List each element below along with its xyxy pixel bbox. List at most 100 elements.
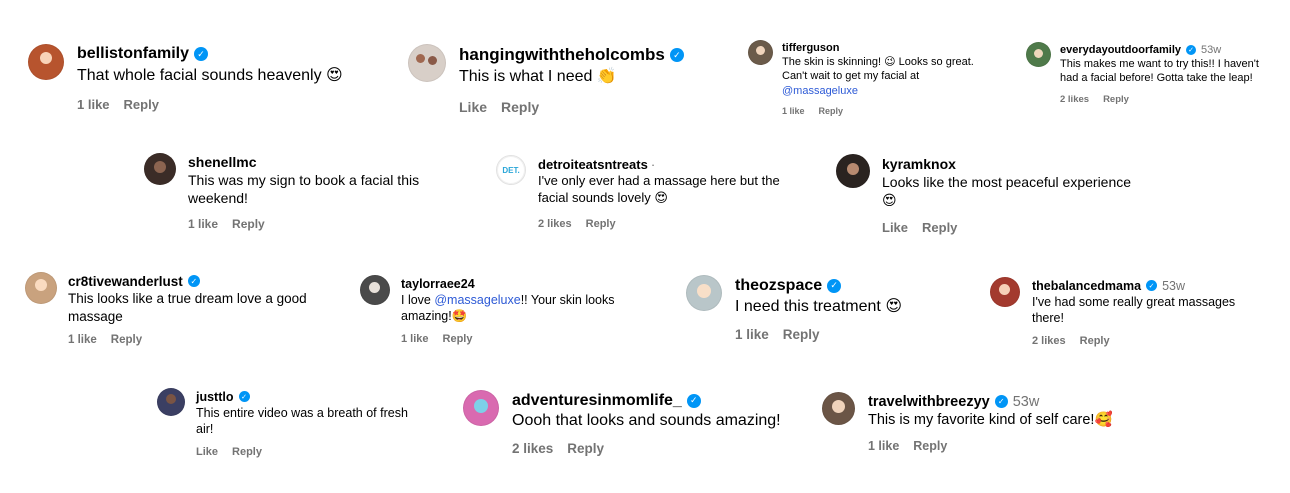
mention-link[interactable]: @massageluxe [782, 85, 858, 97]
likes-count[interactable]: 2 likes [1032, 335, 1066, 347]
like-button[interactable]: Like [196, 446, 218, 458]
verified-badge-icon: ✓ [238, 391, 250, 402]
likes-count[interactable]: 1 like [782, 106, 805, 116]
comment-text: This looks like a true dream love a good… [68, 291, 307, 324]
comment-text: I've had some really great massages ther… [1032, 295, 1236, 326]
comment: travelwithbreezyy ✓ 53w This is my favor… [822, 392, 1152, 453]
comment-username[interactable]: thebalancedmama [1032, 279, 1141, 293]
reply-button[interactable]: Reply [567, 441, 604, 456]
comment: cr8tivewanderlust ✓ This looks like a tr… [25, 272, 325, 346]
mention-link[interactable]: @massageluxe [434, 293, 520, 307]
avatar[interactable] [1026, 42, 1051, 67]
comment-username[interactable]: kyramknox [882, 156, 956, 172]
comment-text: This is what I need 👏 [459, 66, 617, 85]
avatar[interactable] [836, 154, 870, 188]
likes-count[interactable]: 1 like [188, 217, 218, 231]
comment-text: I've only ever had a massage here but th… [538, 173, 780, 206]
comment-username[interactable]: everydayoutdoorfamily [1060, 44, 1181, 56]
avatar[interactable] [990, 277, 1020, 307]
timestamp: 53w [1012, 393, 1040, 410]
likes-count[interactable]: 1 like [401, 333, 429, 345]
reply-button[interactable]: Reply [124, 97, 159, 112]
comment-text: That whole facial sounds heavenly 😍 [77, 65, 343, 84]
likes-count[interactable]: 1 like [77, 97, 110, 112]
comment-username[interactable]: justtlo [196, 390, 234, 404]
reply-button[interactable]: Reply [913, 439, 947, 453]
verified-badge-icon: ✓ [994, 395, 1008, 408]
avatar[interactable] [157, 388, 185, 416]
timestamp: 53w [1162, 278, 1186, 293]
separator-dot: · [650, 156, 656, 172]
like-button[interactable]: Like [459, 99, 487, 115]
comment-username[interactable]: theozspace [735, 277, 822, 295]
timestamp: 53w [1201, 43, 1222, 56]
comment: shenellmc This was my sign to book a fac… [144, 153, 444, 231]
comment: hangingwiththeholcombs ✓ This is what I … [408, 44, 708, 115]
reply-button[interactable]: Reply [232, 217, 265, 231]
comment-text: Oooh that looks and sounds amazing! [512, 412, 781, 429]
comment-text: This entire video was a breath of fresh … [196, 406, 408, 437]
avatar[interactable] [408, 44, 446, 82]
comment: taylorraee24 I love @massageluxe!! Your … [360, 275, 650, 345]
likes-count[interactable]: 2 likes [538, 218, 572, 230]
comment: DET. detroiteatsntreats · I've only ever… [496, 155, 796, 230]
reply-button[interactable]: Reply [111, 334, 142, 346]
reply-button[interactable]: Reply [819, 106, 844, 116]
verified-badge-icon: ✓ [1146, 280, 1158, 291]
comment: tifferguson The skin is skinning! 😉 Look… [748, 40, 988, 116]
comment: theozspace ✓ I need this treatment 😍 1 l… [686, 275, 946, 342]
reply-button[interactable]: Reply [232, 446, 262, 458]
likes-count[interactable]: 2 likes [1060, 94, 1089, 105]
verified-badge-icon: ✓ [1186, 44, 1197, 55]
comment-text: This makes me want to try this!! I haven… [1060, 58, 1259, 85]
like-button[interactable]: Like [882, 220, 908, 235]
comment-username[interactable]: bellistonfamily [77, 45, 189, 63]
comment: adventuresinmomlife_ ✓ Oooh that looks a… [463, 390, 803, 456]
avatar[interactable] [686, 275, 722, 311]
comment-username[interactable]: tifferguson [782, 42, 839, 54]
avatar[interactable] [463, 390, 499, 426]
avatar-text: DET. [502, 165, 520, 175]
avatar[interactable] [25, 272, 57, 304]
comment-username[interactable]: taylorraee24 [401, 277, 475, 291]
likes-count[interactable]: 1 like [68, 334, 97, 346]
comment-username[interactable]: cr8tivewanderlust [68, 274, 183, 289]
avatar[interactable] [360, 275, 390, 305]
likes-count[interactable]: 1 like [735, 327, 769, 342]
reply-button[interactable]: Reply [922, 220, 957, 235]
likes-count[interactable]: 1 like [868, 439, 899, 453]
avatar[interactable]: DET. [496, 155, 526, 185]
avatar[interactable] [28, 44, 64, 80]
comment: everydayoutdoorfamily ✓ 53w This makes m… [1026, 42, 1266, 105]
comment: justtlo ✓ This entire video was a breath… [157, 388, 437, 458]
comment-username[interactable]: detroiteatsntreats [538, 157, 648, 172]
verified-badge-icon: ✓ [194, 47, 209, 61]
reply-button[interactable]: Reply [443, 333, 473, 345]
comment-text: The skin is skinning! 😉 Looks so great. … [782, 56, 974, 97]
avatar[interactable] [144, 153, 176, 185]
comment: thebalancedmama ✓ 53w I've had some real… [990, 277, 1270, 347]
likes-count[interactable]: 2 likes [512, 441, 553, 456]
comment-text: Looks like the most peaceful experience … [882, 174, 1132, 210]
verified-badge-icon: ✓ [669, 48, 684, 62]
comment: kyramknox Looks like the most peaceful e… [836, 154, 1146, 235]
verified-badge-icon: ✓ [686, 393, 701, 408]
reply-button[interactable]: Reply [501, 99, 539, 115]
avatar[interactable] [748, 40, 773, 65]
reply-button[interactable]: Reply [783, 327, 820, 342]
verified-badge-icon: ✓ [187, 275, 200, 287]
verified-badge-icon: ✓ [827, 278, 842, 293]
reply-button[interactable]: Reply [586, 218, 616, 230]
reply-button[interactable]: Reply [1103, 94, 1129, 105]
comment-username[interactable]: travelwithbreezyy [868, 394, 990, 410]
comment-username[interactable]: adventuresinmomlife_ [512, 392, 682, 410]
comment-username[interactable]: shenellmc [188, 154, 256, 170]
comment: bellistonfamily ✓ That whole facial soun… [28, 44, 358, 112]
comment-text: I love @massageluxe!! Your skin looks am… [401, 293, 615, 324]
comment-text: This is my favorite kind of self care!🥰 [868, 412, 1113, 428]
comment-text: This was my sign to book a facial this w… [188, 172, 420, 207]
comment-username[interactable]: hangingwiththeholcombs [459, 45, 665, 65]
reply-button[interactable]: Reply [1080, 335, 1110, 347]
avatar[interactable] [822, 392, 855, 425]
comment-text: I need this treatment 😍 [735, 296, 902, 315]
